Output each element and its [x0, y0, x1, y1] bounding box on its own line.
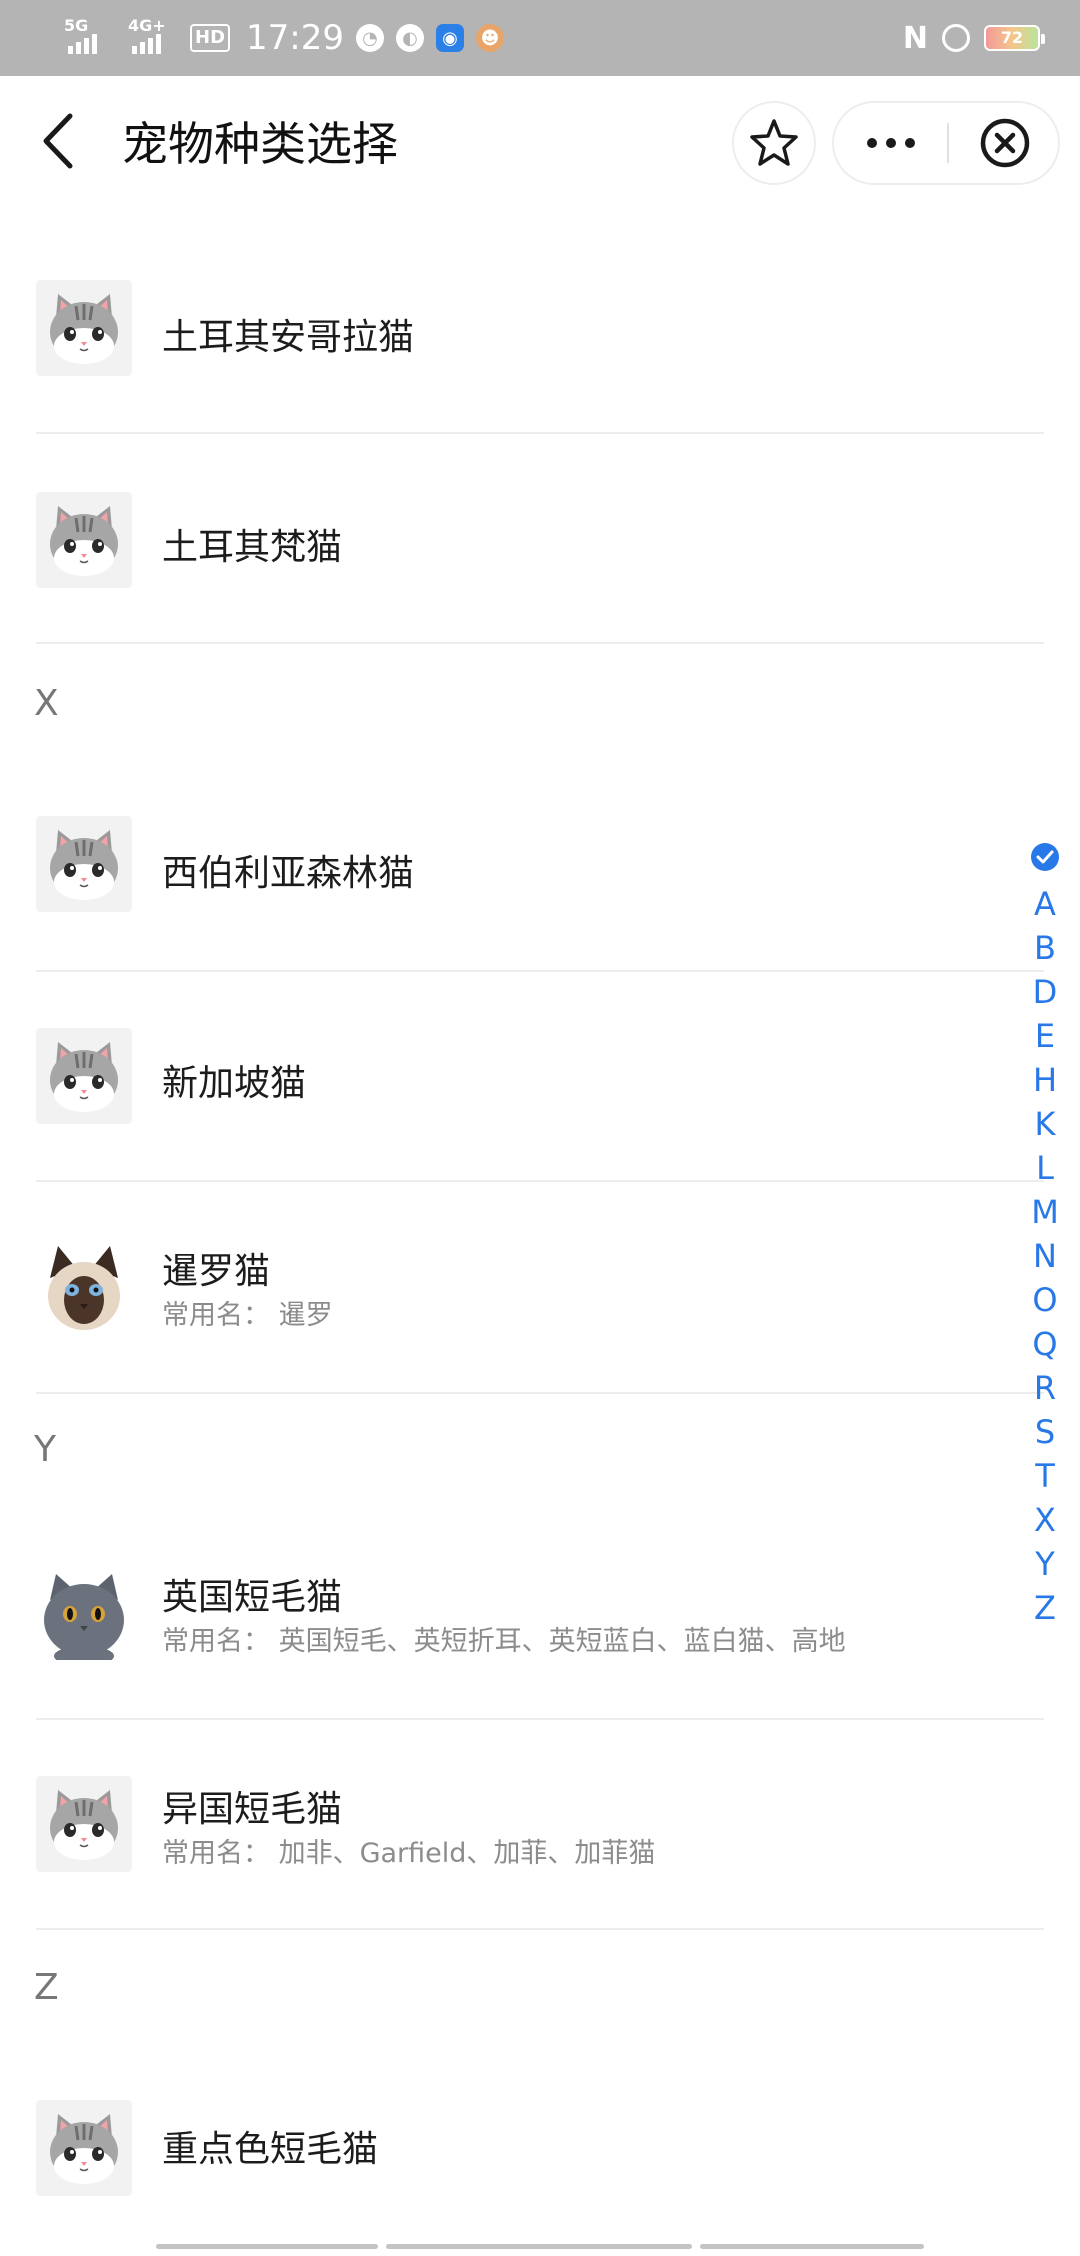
cartoon-cat-icon	[36, 1776, 132, 1872]
alias-label: 常用名：	[162, 1300, 270, 1331]
scroll-indicator	[386, 2244, 692, 2249]
index-letter-n[interactable]: N	[1028, 1236, 1062, 1276]
index-letter-m[interactable]: M	[1028, 1192, 1062, 1232]
index-letter-o[interactable]: O	[1028, 1280, 1062, 1320]
breed-name: 暹罗猫	[162, 1251, 271, 1292]
index-letter-l[interactable]: L	[1028, 1148, 1062, 1188]
alias-value: 英国短毛、英短折耳、英短蓝白、蓝白猫、高地	[278, 1626, 846, 1657]
status-right: N 72	[902, 0, 1045, 76]
index-letter-y[interactable]: Y	[1028, 1544, 1062, 1584]
breed-alias: 常用名： 加非、Garfield、加菲、加菲猫	[162, 1836, 655, 1872]
alias-value: 加非、Garfield、加菲、加菲猫	[278, 1838, 656, 1869]
speed-icon: ◔	[356, 24, 384, 52]
list-divider	[36, 1928, 1044, 1930]
index-letter-s[interactable]: S	[1028, 1412, 1062, 1452]
signal-4g-icon: 4G+	[126, 18, 178, 58]
status-time: 17:29	[246, 18, 344, 58]
section-header-z: Z	[34, 1967, 59, 2008]
index-letter-e[interactable]: E	[1028, 1016, 1062, 1056]
breed-alias: 常用名： 英国短毛、英短折耳、英短蓝白、蓝白猫、高地	[162, 1624, 846, 1660]
list-divider	[36, 642, 1044, 644]
breed-name: 土耳其安哥拉猫	[162, 317, 415, 358]
battery-icon: 72	[984, 25, 1045, 51]
favorite-button[interactable]	[732, 101, 816, 185]
list-divider	[36, 970, 1044, 972]
breed-item[interactable]: 异国短毛猫 常用名： 加非、Garfield、加菲、加菲猫	[0, 1764, 1050, 1924]
mini-program-capsule	[832, 101, 1060, 185]
section-header-x: X	[34, 683, 59, 724]
close-circle-icon	[980, 118, 1030, 168]
list-divider	[36, 1392, 1044, 1394]
cartoon-cat-icon	[36, 1028, 132, 1124]
index-letter-x[interactable]: X	[1028, 1500, 1062, 1540]
index-letter-d[interactable]: D	[1028, 972, 1062, 1012]
alias-label: 常用名：	[162, 1626, 270, 1657]
status-left: 5G 4G+ HD 17:29 ◔ ◐ ◉ ☻	[62, 0, 504, 76]
breed-name: 重点色短毛猫	[162, 2129, 379, 2170]
index-letter-q[interactable]: Q	[1028, 1324, 1062, 1364]
alias-label: 常用名：	[162, 1838, 270, 1869]
signal-4g-label: 4G+	[128, 16, 166, 35]
cartoon-cat-icon	[36, 492, 132, 588]
status-bar: 5G 4G+ HD 17:29 ◔ ◐ ◉ ☻ N 72	[0, 0, 1080, 76]
star-icon	[750, 119, 798, 166]
signal-5g-icon: 5G	[62, 18, 114, 58]
cartoon-cat-icon	[36, 816, 132, 912]
scroll-indicator	[700, 2244, 924, 2249]
breed-name: 异国短毛猫	[162, 1789, 343, 1830]
index-letter-r[interactable]: R	[1028, 1368, 1062, 1408]
back-button[interactable]	[30, 106, 90, 176]
breed-alias: 常用名： 暹罗	[162, 1298, 333, 1334]
breed-item[interactable]: 土耳其安哥拉猫	[0, 270, 1050, 430]
breed-name: 西伯利亚森林猫	[162, 853, 415, 894]
breed-name: 新加坡猫	[162, 1063, 307, 1104]
app-notification-icon: ◐	[396, 24, 424, 52]
list-divider	[36, 1180, 1044, 1182]
list-divider	[36, 1718, 1044, 1720]
index-check-icon[interactable]	[1031, 843, 1059, 871]
more-dot-icon	[867, 138, 877, 148]
breed-item[interactable]: 暹罗猫 常用名： 暹罗	[0, 1228, 1050, 1388]
more-dot-icon	[886, 138, 896, 148]
list-divider	[36, 432, 1044, 434]
alarm-icon	[942, 24, 970, 52]
scroll-indicator	[156, 2244, 378, 2249]
index-letter-h[interactable]: H	[1028, 1060, 1062, 1100]
cartoon-cat-icon	[36, 2100, 132, 2196]
hd-icon: HD	[190, 24, 231, 52]
battery-level: 72	[1000, 28, 1024, 47]
breed-name: 英国短毛猫	[162, 1577, 343, 1618]
breed-item[interactable]: 英国短毛猫 常用名： 英国短毛、英短折耳、英短蓝白、蓝白猫、高地	[0, 1554, 1050, 1714]
index-letter-z[interactable]: Z	[1028, 1588, 1062, 1628]
navigation-bar: 宠物种类选择	[0, 76, 1080, 210]
british-shorthair-photo	[36, 1564, 132, 1660]
breed-item[interactable]: 新加坡猫	[0, 1016, 1050, 1176]
index-letter-b[interactable]: B	[1028, 928, 1062, 968]
alias-value: 暹罗	[278, 1300, 333, 1331]
more-dot-icon	[905, 138, 915, 148]
nfc-icon: N	[902, 20, 928, 56]
hotspot-icon: ◉	[436, 24, 464, 52]
breed-item[interactable]: 西伯利亚森林猫	[0, 806, 1050, 966]
section-header-y: Y	[34, 1429, 56, 1470]
signal-5g-label: 5G	[64, 16, 89, 35]
index-letter-k[interactable]: K	[1028, 1104, 1062, 1144]
breed-name: 土耳其梵猫	[162, 527, 343, 568]
more-button[interactable]	[834, 103, 948, 183]
capsule-divider	[947, 123, 949, 163]
cartoon-cat-icon	[36, 280, 132, 376]
back-arrow-icon	[43, 113, 73, 169]
game-notification-icon: ☻	[476, 24, 504, 52]
breed-item[interactable]: 土耳其梵猫	[0, 480, 1050, 640]
index-letter-t[interactable]: T	[1028, 1456, 1062, 1496]
index-letter-a[interactable]: A	[1028, 884, 1062, 924]
breed-item[interactable]: 重点色短毛猫	[0, 2088, 1050, 2248]
page-title: 宠物种类选择	[122, 117, 398, 171]
siamese-cat-photo	[36, 1238, 132, 1334]
close-button[interactable]	[950, 103, 1060, 183]
